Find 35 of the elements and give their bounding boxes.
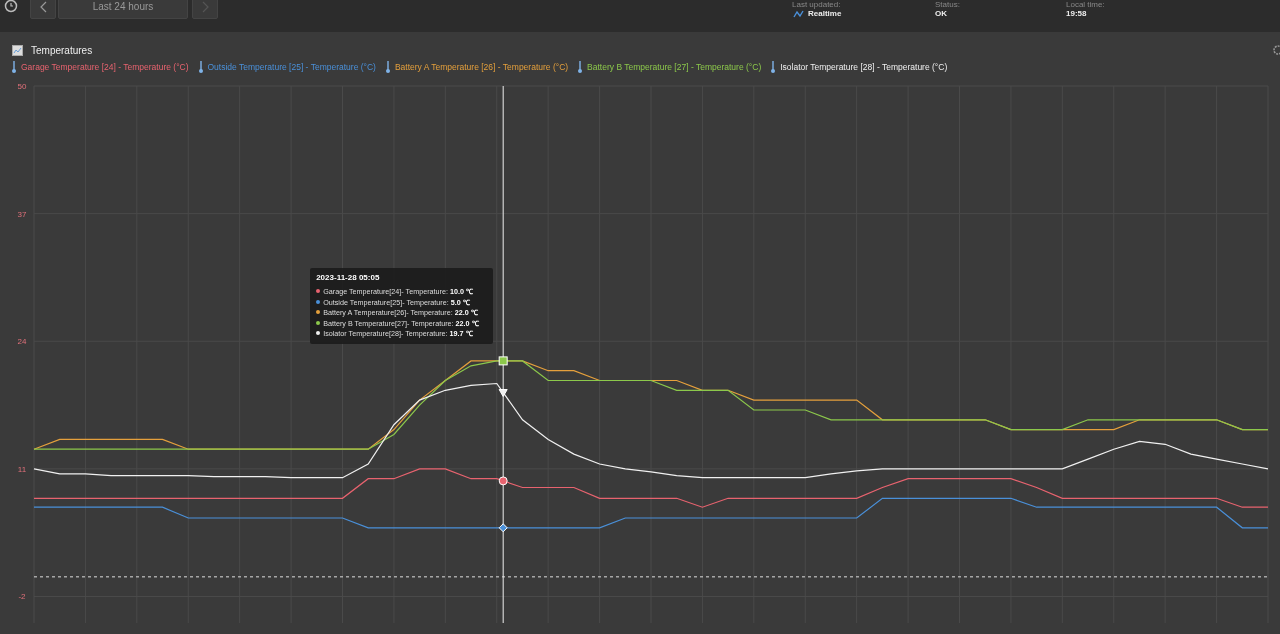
wave-icon <box>793 9 804 18</box>
chart-icon <box>12 44 23 56</box>
legend-item[interactable]: Outside Temperature [25] - Temperature (°C) <box>207 62 376 72</box>
info-value: 19:58 <box>1066 9 1087 18</box>
range-button[interactable]: Last 24 hours <box>58 0 188 19</box>
thermometer-icon <box>771 61 776 73</box>
legend-item[interactable]: Isolator Temperature [28] - Temperature (°C) <box>780 62 948 72</box>
chevron-right-icon <box>201 0 209 13</box>
panel-title: Temperatures <box>31 44 93 56</box>
data-point-marker <box>498 476 508 486</box>
info-value: Realtime <box>808 9 842 18</box>
tooltip-title: 2023-11-28 05:05 <box>316 273 381 282</box>
clock-icon[interactable] <box>4 0 18 13</box>
legend-item[interactable]: Battery B Temperature [27] - Temperature (°C) <box>587 62 762 72</box>
thermometer-icon <box>578 61 583 73</box>
data-point-marker <box>498 389 508 398</box>
y-axis-label: -2 <box>18 592 26 602</box>
y-axis-label: 50 <box>17 82 27 91</box>
thermometer-icon <box>385 61 390 73</box>
legend-item[interactable]: Battery A Temperature [26] - Temperature (°C) <box>394 62 569 72</box>
previous-button[interactable] <box>30 0 56 19</box>
info-value: OK <box>935 9 947 18</box>
settings-icon[interactable] <box>1272 44 1280 56</box>
y-axis-label: 37 <box>17 209 27 219</box>
data-point-marker <box>498 356 508 366</box>
info-label: Last updated: <box>792 0 842 9</box>
thermometer-icon <box>12 61 16 73</box>
y-axis-label: 24 <box>17 337 27 347</box>
chevron-left-icon <box>39 0 47 13</box>
info-label: Status: <box>935 0 961 9</box>
data-point-marker <box>498 523 508 533</box>
legend-item[interactable]: Garage Temperature [24] - Temperature (°C) <box>21 62 189 72</box>
info-label: Local time: <box>1066 0 1106 9</box>
thermometer-icon <box>198 61 203 73</box>
y-axis-label: 11 <box>17 464 27 474</box>
